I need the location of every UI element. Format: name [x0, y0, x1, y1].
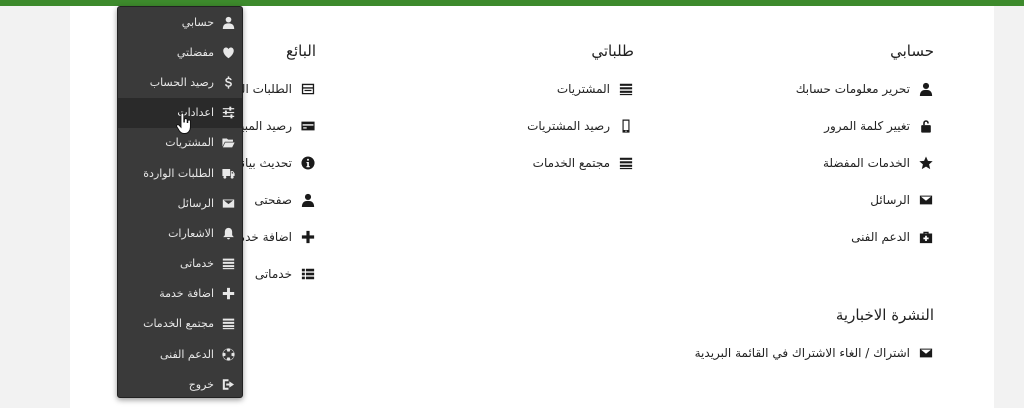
star-icon: [918, 155, 934, 171]
dropdown-item-11[interactable]: الدعم الفنى: [118, 339, 242, 369]
envelope-icon: [918, 345, 934, 361]
sign-out-icon: [220, 376, 236, 392]
truck-icon: [220, 165, 236, 181]
orders-heading: طلباتي: [591, 42, 634, 60]
dropdown-item-4-label: المشتريات: [165, 136, 214, 150]
account-item-4[interactable]: الدعم الفنى: [694, 218, 934, 255]
dropdown-item-6-label: الرسائل: [177, 196, 214, 210]
account-item-2-label: الخدمات المفضلة: [822, 155, 910, 170]
credit-card-icon: [300, 118, 316, 134]
lock-icon: [918, 118, 934, 134]
sliders-icon: [220, 105, 236, 121]
plus-icon: [300, 229, 316, 245]
orders-item-2-label: مجتمع الخدمات: [532, 155, 610, 170]
dropdown-item-9[interactable]: اضافة خدمة: [118, 279, 242, 309]
account-column: حسابي تحرير معلومات حسابك تغيير كلمة المر…: [694, 42, 934, 255]
account-item-0[interactable]: تحرير معلومات حسابك: [694, 70, 934, 107]
account-links: تحرير معلومات حسابك تغيير كلمة المرور الخد…: [694, 70, 934, 255]
account-item-0-label: تحرير معلومات حسابك: [795, 81, 910, 96]
orders-links: المشتريات رصيد المشتريات مجتمع الخدمات: [394, 70, 634, 181]
dropdown-item-0-label: حسابي: [181, 15, 214, 29]
dropdown-item-2-label: رصيد الحساب: [149, 75, 214, 89]
dropdown-item-10[interactable]: مجتمع الخدمات: [118, 309, 242, 339]
account-item-1[interactable]: تغيير كلمة المرور: [694, 107, 934, 144]
newsletter-item-0-label: اشتراك / الغاء الاشتراك في القائمة البري…: [694, 345, 910, 360]
user-icon: [918, 81, 934, 97]
medkit-icon: [918, 229, 934, 245]
hand-cursor-icon: [176, 113, 191, 134]
list-icon: [220, 256, 236, 272]
bell-icon: [220, 225, 236, 241]
dropdown-item-1-label: مفضلتي: [176, 45, 214, 59]
user-icon: [220, 14, 236, 30]
newsletter-links: اشتراك / الغاء الاشتراك في القائمة البري…: [574, 334, 934, 371]
dropdown-item-2[interactable]: رصيد الحساب: [118, 67, 242, 97]
right-margin: [994, 6, 1024, 408]
seller-item-5-label: خدماتى: [254, 266, 292, 281]
list-icon: [220, 316, 236, 332]
newsletter-column: النشرة الاخبارية اشتراك / الغاء الاشتراك…: [574, 306, 934, 371]
orders-item-1-label: رصيد المشتريات: [527, 118, 610, 133]
orders-item-0[interactable]: المشتريات: [394, 70, 634, 107]
dropdown-item-6[interactable]: الرسائل: [118, 188, 242, 218]
dropdown-item-8-label: خدماتى: [179, 257, 214, 271]
left-margin: [0, 6, 70, 408]
dropdown-item-12[interactable]: خروج: [118, 369, 242, 399]
list-icon: [618, 155, 634, 171]
grid-list-icon: [300, 266, 316, 282]
account-item-1-label: تغيير كلمة المرور: [824, 118, 910, 133]
orders-item-0-label: المشتريات: [556, 81, 610, 96]
account-item-3-label: الرسائل: [870, 192, 910, 207]
inbox-icon: [300, 81, 316, 97]
info-icon: [300, 155, 316, 171]
user-icon: [300, 192, 316, 208]
orders-item-1[interactable]: رصيد المشتريات: [394, 107, 634, 144]
account-heading: حسابي: [890, 42, 934, 60]
plus-icon: [220, 286, 236, 302]
orders-item-2[interactable]: مجتمع الخدمات: [394, 144, 634, 181]
folder-open-icon: [220, 135, 236, 151]
dropdown-item-10-label: مجتمع الخدمات: [143, 317, 214, 331]
dropdown-item-8[interactable]: خدماتى: [118, 249, 242, 279]
dropdown-item-0[interactable]: حسابي: [118, 7, 242, 37]
orders-column: طلباتي المشتريات رصيد المشتريات مجتمع الخد…: [394, 42, 634, 181]
life-ring-icon: [220, 346, 236, 362]
list-icon: [618, 81, 634, 97]
dropdown-item-5[interactable]: الطلبات الواردة: [118, 158, 242, 188]
seller-item-3-label: صفحتى: [254, 192, 292, 207]
dropdown-item-5-label: الطلبات الواردة: [143, 166, 214, 180]
envelope-icon: [918, 192, 934, 208]
heart-icon: [220, 44, 236, 60]
account-item-3[interactable]: الرسائل: [694, 181, 934, 218]
dropdown-item-11-label: الدعم الفنى: [159, 347, 214, 361]
dropdown-item-9-label: اضافة خدمة: [159, 287, 214, 301]
dropdown-items: حسابي مفضلتي رصيد الحساب اعدادات المشتريات ال…: [118, 7, 242, 399]
envelope-icon: [220, 195, 236, 211]
account-item-2[interactable]: الخدمات المفضلة: [694, 144, 934, 181]
mobile-icon: [618, 118, 634, 134]
dropdown-item-12-label: خروج: [188, 377, 214, 391]
dropdown-item-1[interactable]: مفضلتي: [118, 37, 242, 67]
newsletter-item-0[interactable]: اشتراك / الغاء الاشتراك في القائمة البري…: [574, 334, 934, 371]
dollar-icon: [220, 74, 236, 90]
account-item-4-label: الدعم الفنى: [851, 229, 910, 244]
newsletter-heading: النشرة الاخبارية: [835, 306, 934, 324]
user-dropdown-menu: حسابي مفضلتي رصيد الحساب اعدادات المشتريات ال…: [117, 6, 243, 398]
dropdown-item-7-label: الاشعارات: [168, 226, 214, 240]
dropdown-item-7[interactable]: الاشعارات: [118, 218, 242, 248]
